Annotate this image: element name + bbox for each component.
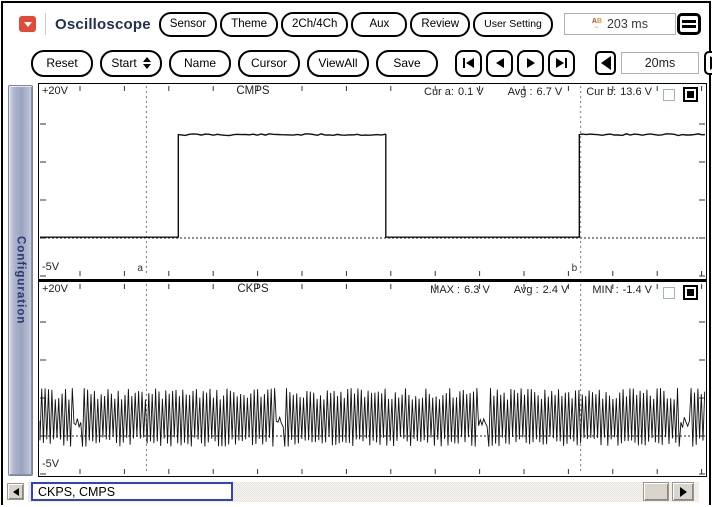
channel-2-stats: MAX :6.3 V Avg :2.4 V MIN :-1.4 V — [430, 284, 652, 296]
ab-time-value: 203 ms — [607, 17, 648, 31]
channel-1-visible-checkbox[interactable] — [683, 87, 698, 102]
channel-1-waveform — [39, 84, 706, 279]
header-divider — [45, 13, 46, 35]
skip-to-start-icon — [463, 58, 466, 68]
skip-to-end-button[interactable] — [548, 50, 575, 77]
skip-to-start-button[interactable] — [455, 50, 482, 77]
cursor-a-label[interactable]: a — [137, 263, 143, 274]
cursor-b-label[interactable]: b — [572, 263, 578, 274]
save-button[interactable]: Save — [376, 50, 438, 77]
playback-nav-group — [455, 50, 575, 77]
channel-2-ymin-label: -5V — [42, 458, 59, 470]
user-setting-button[interactable]: User Setting — [473, 12, 553, 37]
cursor-button[interactable]: Cursor — [238, 50, 300, 77]
scroll-right-button[interactable] — [672, 482, 694, 501]
channel-2-waveform — [39, 282, 706, 476]
step-back-button[interactable] — [486, 50, 513, 77]
active-channels-label: CKPS, CMPS — [31, 482, 233, 501]
channel-1-aux-checkbox[interactable] — [663, 89, 675, 101]
status-bar: CKPS, CMPS — [3, 480, 709, 505]
oscilloscope-window: Oscilloscope Sensor Theme 2Ch/4Ch Aux Re… — [1, 1, 711, 505]
step-forward-icon — [527, 58, 535, 68]
ab-cursor-time-icon: AB ↔ — [592, 18, 602, 30]
chevron-down-icon — [24, 22, 32, 27]
menu-bars-icon — [682, 20, 696, 23]
skip-to-end-icon — [556, 58, 564, 68]
ab-time-readout: AB ↔ 203 ms — [564, 13, 676, 35]
channel-2-plot[interactable]: +20V -5V CKPS MAX :6.3 V Avg :2.4 V MIN … — [38, 280, 707, 477]
timebase-increase-button[interactable] — [704, 51, 712, 75]
channel-1-plot[interactable]: +20V -5V CMPS Cur a:0.1 V Avg :6.7 V Cur… — [38, 83, 707, 280]
app-menu-button[interactable] — [19, 16, 36, 32]
reset-button[interactable]: Reset — [31, 50, 93, 77]
name-button[interactable]: Name — [169, 50, 231, 77]
channel-1-ymax-label: +20V — [42, 85, 68, 97]
channel-2-ymax-label: +20V — [42, 283, 68, 295]
scroll-left-button[interactable] — [7, 483, 24, 500]
channel-1-ymin-label: -5V — [42, 261, 59, 273]
channel-2-aux-checkbox[interactable] — [663, 287, 675, 299]
channel-1-name: CMPS — [221, 85, 285, 97]
arrow-right-icon — [680, 487, 687, 497]
control-toolbar: Reset Start Name Cursor ViewAll Save — [3, 45, 709, 81]
theme-button[interactable]: Theme — [220, 12, 278, 37]
timebase-group: 20ms — [595, 51, 712, 75]
channel-mode-button[interactable]: 2Ch/4Ch — [281, 12, 348, 37]
channel-2-visible-checkbox[interactable] — [683, 285, 698, 300]
timebase-decrease-button[interactable] — [595, 51, 616, 75]
title-toolbar: Oscilloscope Sensor Theme 2Ch/4Ch Aux Re… — [3, 3, 709, 45]
arrow-left-icon — [13, 488, 19, 496]
sensor-button[interactable]: Sensor — [159, 12, 217, 37]
aux-button[interactable]: Aux — [351, 12, 407, 37]
step-forward-button[interactable] — [517, 50, 544, 77]
horizontal-scrollbar[interactable]: CKPS, CMPS — [28, 482, 699, 502]
timebase-value: 20ms — [621, 52, 699, 74]
channel-2-name: CKPS — [221, 283, 285, 295]
viewall-button[interactable]: ViewAll — [307, 50, 369, 77]
up-down-spinner-icon[interactable] — [143, 57, 151, 69]
review-button[interactable]: Review — [410, 12, 470, 37]
scrollbar-thumb[interactable] — [643, 482, 669, 501]
sidebar-tab-label: Configuration — [15, 236, 27, 324]
channel-1-stats: Cur a:0.1 V Avg :6.7 V Cur b:13.6 V — [424, 86, 652, 98]
window-list-button[interactable] — [677, 13, 701, 35]
sidebar-tab-configuration[interactable]: Configuration — [8, 85, 33, 476]
app-title: Oscilloscope — [55, 16, 151, 33]
start-button[interactable]: Start — [100, 50, 162, 77]
arrow-left-icon — [601, 56, 611, 70]
step-back-icon — [496, 58, 504, 68]
